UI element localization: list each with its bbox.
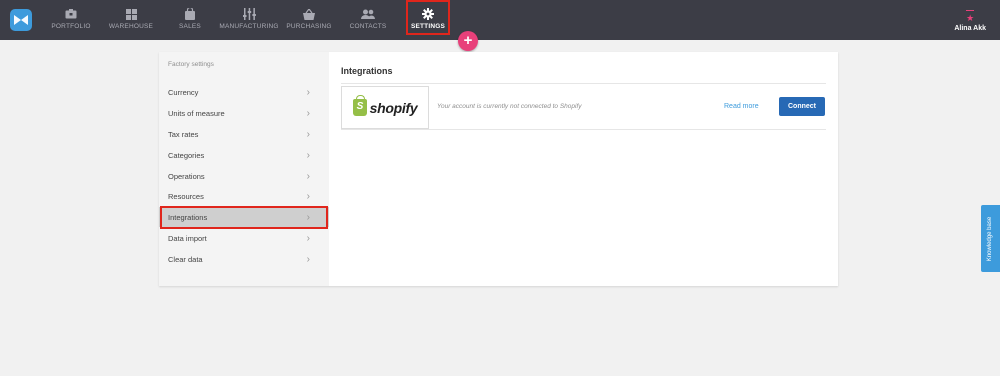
- settings-sidebar: Factory settings Currency › Units of mea…: [159, 52, 329, 286]
- nav-contacts-label: CONTACTS: [349, 23, 387, 30]
- nav-purchasing-label: PURCHASING: [286, 23, 332, 30]
- chevron-right-icon: ›: [306, 128, 310, 140]
- user-indicator-bar: [966, 10, 975, 11]
- sidebar-item-label: Resources: [168, 191, 204, 201]
- sidebar-item-label: Data import: [168, 233, 207, 243]
- sidebar-item-units-of-measure[interactable]: Units of measure ›: [159, 103, 329, 123]
- nav-portfolio-label: PORTFOLIO: [51, 23, 91, 30]
- sidebar-item-data-import[interactable]: Data import ›: [159, 228, 329, 248]
- read-more-link[interactable]: Read more: [724, 103, 759, 110]
- chevron-right-icon: ›: [306, 86, 310, 98]
- sidebar-item-categories[interactable]: Categories ›: [159, 145, 329, 165]
- chevron-right-icon: ›: [306, 149, 310, 161]
- add-button[interactable]: +: [458, 31, 478, 51]
- contacts-icon: [361, 8, 375, 20]
- chevron-right-icon: ›: [306, 190, 310, 202]
- sidebar-item-resources[interactable]: Resources ›: [159, 186, 329, 206]
- sidebar-item-tax-rates[interactable]: Tax rates ›: [159, 124, 329, 144]
- portfolio-icon: [65, 8, 77, 20]
- shopify-bag-icon: S: [352, 95, 367, 116]
- nav-manufacturing[interactable]: MANUFACTURING: [219, 0, 279, 40]
- nav-portfolio[interactable]: PORTFOLIO: [51, 0, 91, 40]
- divider: [341, 83, 826, 84]
- user-menu[interactable]: ★ Alina Akk: [954, 10, 986, 32]
- chevron-right-icon: ›: [306, 232, 310, 244]
- integration-status-text: Your account is currently not connected …: [437, 103, 582, 110]
- divider: [341, 129, 826, 130]
- sales-icon: [185, 8, 195, 20]
- sidebar-item-label: Categories: [168, 150, 205, 160]
- settings-highlight-frame: [406, 0, 450, 35]
- sidebar-item-label: Operations: [168, 171, 205, 181]
- shopify-logo: S shopify: [341, 86, 429, 129]
- nav-manufacturing-label: MANUFACTURING: [219, 23, 279, 30]
- chevron-right-icon: ›: [306, 107, 310, 119]
- manufacturing-icon: [242, 8, 256, 20]
- sidebar-item-label: Currency: [168, 87, 199, 97]
- warehouse-icon: [125, 8, 137, 20]
- purchasing-icon: [303, 8, 315, 20]
- sidebar-item-currency[interactable]: Currency ›: [159, 82, 329, 102]
- knowledge-base-tab[interactable]: Knowledge base: [981, 205, 1000, 272]
- user-name: Alina Akk: [954, 25, 986, 32]
- app-logo[interactable]: [10, 9, 32, 31]
- chevron-right-icon: ›: [306, 253, 310, 265]
- nav-sales-label: SALES: [179, 23, 201, 30]
- nav-warehouse-label: WAREHOUSE: [108, 23, 154, 30]
- nav-warehouse[interactable]: WAREHOUSE: [108, 0, 154, 40]
- page-title: Integrations: [341, 66, 393, 76]
- knowledge-base-label: Knowledge base: [987, 216, 994, 261]
- top-navigation-bar: PORTFOLIO WAREHOUSE SALES MANUFACTURING …: [0, 0, 1000, 40]
- nav-purchasing[interactable]: PURCHASING: [286, 0, 332, 40]
- sidebar-item-label: Tax rates: [168, 129, 199, 139]
- integrations-highlight-frame: [160, 206, 328, 229]
- nav-contacts[interactable]: CONTACTS: [349, 0, 387, 40]
- sidebar-item-clear-data[interactable]: Clear data ›: [159, 249, 329, 269]
- connect-button[interactable]: Connect: [779, 97, 825, 116]
- sidebar-item-label: Clear data: [168, 254, 203, 264]
- chevron-right-icon: ›: [306, 170, 310, 182]
- star-icon: ★: [966, 13, 975, 23]
- sidebar-item-operations[interactable]: Operations ›: [159, 166, 329, 186]
- settings-panel: Factory settings Currency › Units of mea…: [159, 52, 838, 286]
- shopify-wordmark: shopify: [369, 99, 418, 116]
- nav-sales[interactable]: SALES: [178, 0, 202, 40]
- sidebar-item-label: Units of measure: [168, 108, 225, 118]
- sidebar-title: Factory settings: [168, 61, 214, 68]
